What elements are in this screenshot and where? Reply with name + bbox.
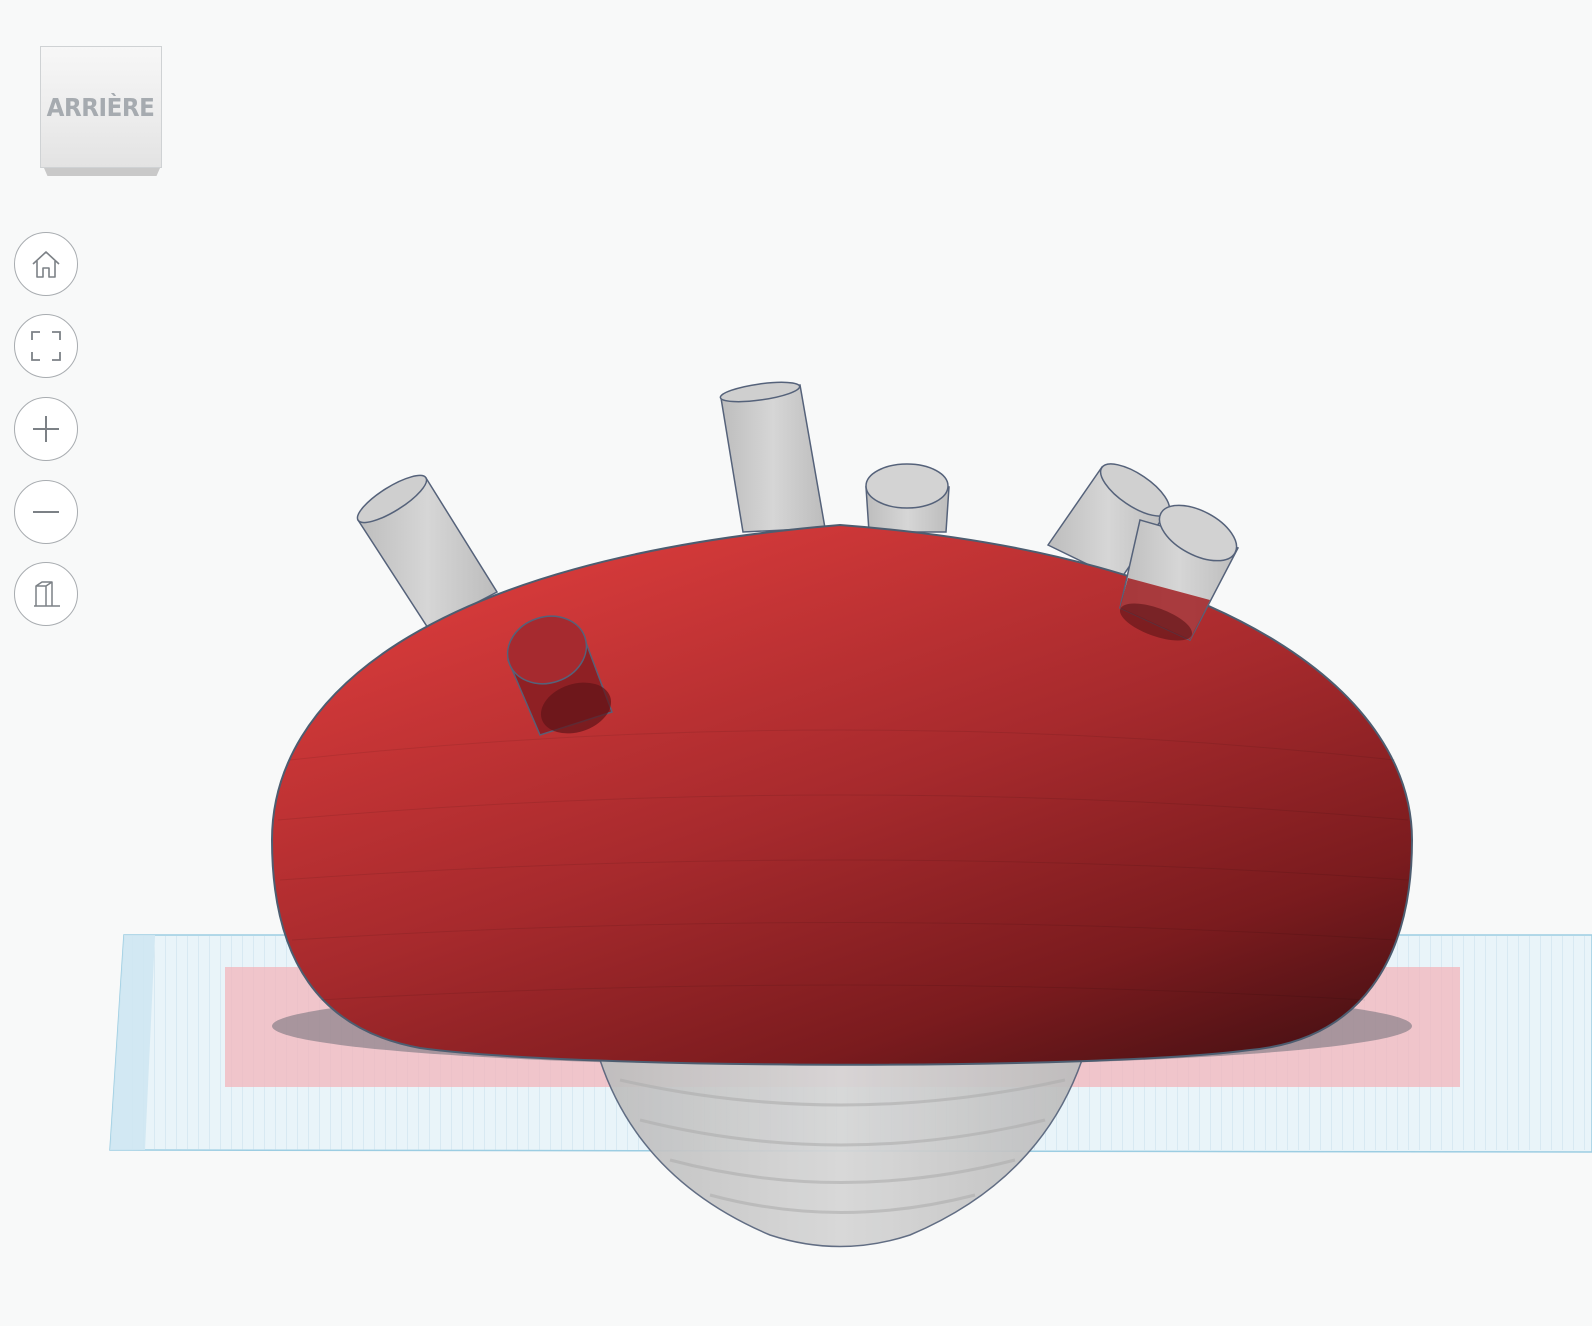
hole-cylinder-2[interactable] [719,379,826,533]
view-cube-face-label: ARRIÈRE [47,92,155,122]
perspective-cube-icon [34,581,60,607]
minus-icon [33,511,59,513]
3d-viewport[interactable]: ARRIÈRE [0,0,1592,1326]
view-cube-face[interactable]: ARRIÈRE [40,46,162,168]
zoom-out-button[interactable] [14,480,78,544]
perspective-toggle-button[interactable] [14,562,78,626]
view-cube-base [44,168,160,176]
hole-cylinder-3[interactable] [865,463,950,533]
fit-view-icon [31,331,61,361]
home-view-button[interactable] [14,232,78,296]
view-cube[interactable]: ARRIÈRE [40,46,166,182]
hole-hemisphere[interactable] [598,1059,1084,1248]
fit-view-button[interactable] [14,314,78,378]
zoom-in-button[interactable] [14,397,78,461]
home-icon [32,251,60,278]
3d-scene[interactable] [0,0,1592,1326]
plus-icon [33,416,59,442]
